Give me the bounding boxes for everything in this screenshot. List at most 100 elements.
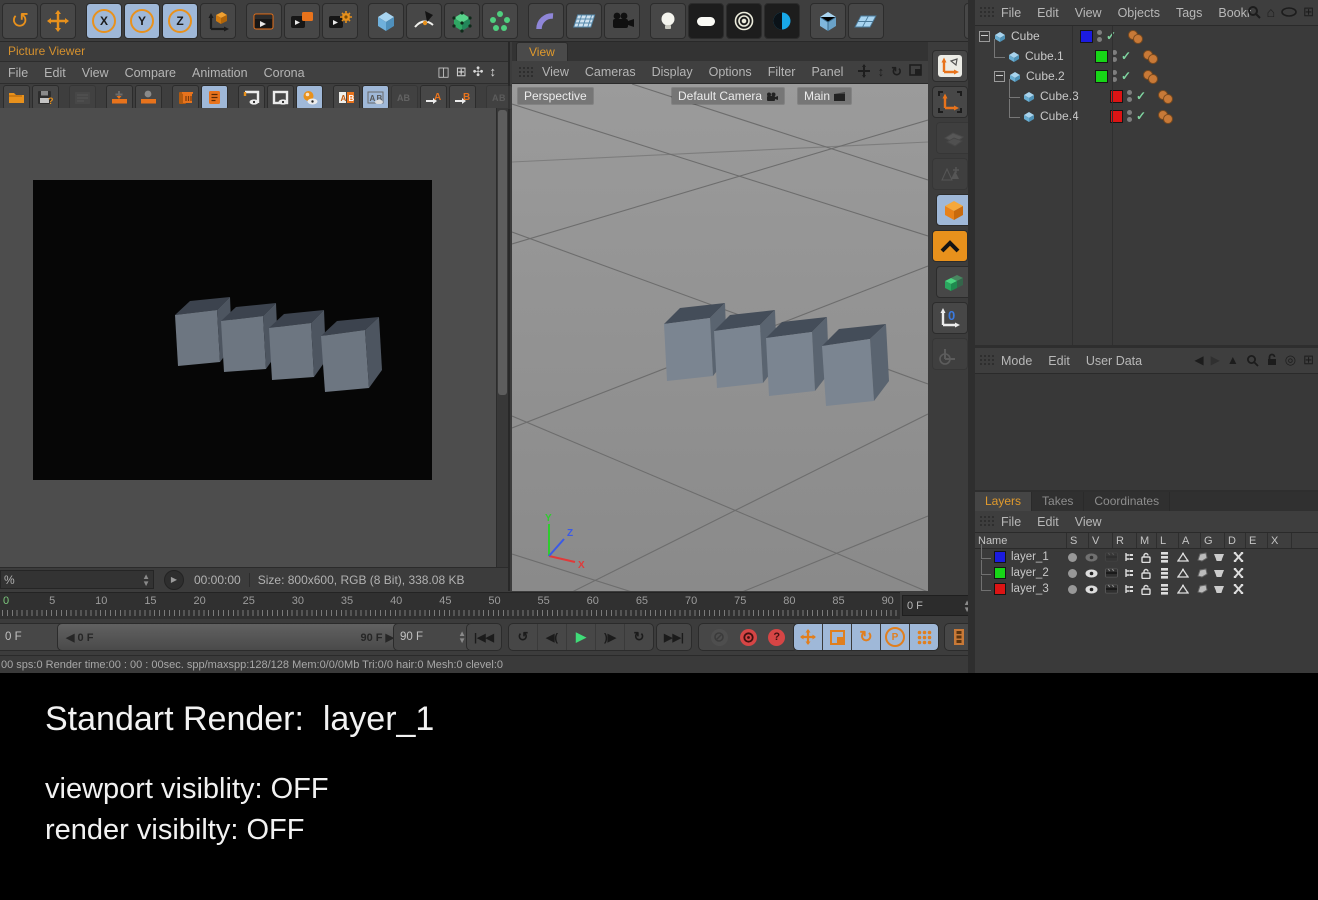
object-row[interactable]: Cube.2 ✓: [975, 66, 1318, 86]
ruler-frame-10[interactable]: 10: [95, 595, 107, 607]
floor-object-button[interactable]: [566, 2, 602, 39]
ruler-frame-25[interactable]: 25: [243, 595, 255, 607]
grip-dots[interactable]: [979, 354, 995, 367]
rotate-view-icon[interactable]: ↻: [891, 64, 902, 80]
move-column-button[interactable]: [106, 85, 133, 110]
xref-toggle[interactable]: [1228, 568, 1248, 578]
layer-color-chip[interactable]: [1095, 69, 1108, 83]
object-row[interactable]: Cube.1 ✓: [975, 38, 1318, 66]
generators-toggle[interactable]: [1173, 568, 1193, 578]
play-button[interactable]: ▶: [567, 624, 596, 650]
bend-deformer-button[interactable]: [528, 2, 564, 39]
add-panel-icon[interactable]: ⊞: [1303, 4, 1314, 20]
layer-color-chip[interactable]: [1095, 49, 1108, 63]
camera-object-button[interactable]: [604, 2, 640, 39]
make-editable-button[interactable]: [932, 50, 968, 82]
search-icon[interactable]: [1247, 5, 1261, 19]
layer-name[interactable]: layer_3: [1011, 583, 1049, 595]
layers-menu-edit[interactable]: Edit: [1037, 515, 1059, 529]
film-settings-button[interactable]: [69, 85, 96, 110]
layer-color-chip[interactable]: [1080, 29, 1093, 43]
object-mode-button[interactable]: [936, 194, 972, 226]
play-preview-button[interactable]: ▶: [164, 569, 184, 590]
subdivision-surface-button[interactable]: [444, 2, 480, 39]
grip-dots[interactable]: [979, 515, 995, 528]
target-icon[interactable]: ◎: [1285, 352, 1296, 368]
generators-toggle[interactable]: [1173, 584, 1193, 594]
ab-split-button[interactable]: AB: [362, 85, 389, 110]
grip-dots[interactable]: [518, 65, 534, 79]
split-pane-icon[interactable]: ◫: [437, 64, 449, 80]
om-menu-tags[interactable]: Tags: [1176, 6, 1202, 20]
manager-visibility-toggle[interactable]: [1121, 552, 1137, 562]
light-object-button[interactable]: [650, 2, 686, 39]
viewport-canvas[interactable]: Y X Z Perspective Default Camera Main: [512, 84, 928, 591]
coordinates-mode-button[interactable]: 0: [932, 302, 968, 334]
spline-pen-button[interactable]: [406, 2, 442, 39]
expressions-toggle[interactable]: [1210, 569, 1228, 577]
model-mode-button[interactable]: [932, 86, 968, 118]
ruler-frame-20[interactable]: 20: [193, 595, 205, 607]
render-to-picture-viewer-button[interactable]: [284, 2, 320, 39]
tab-layers[interactable]: Layers: [975, 492, 1033, 511]
manager-visibility-toggle[interactable]: [1121, 568, 1137, 578]
object-name[interactable]: Cube: [1011, 29, 1040, 43]
frame-range-slider[interactable]: ◀ 0 F 90 F ▶: [57, 623, 403, 651]
panel-divider[interactable]: [968, 0, 975, 673]
ruler-frame-60[interactable]: 60: [587, 595, 599, 607]
enabled-check[interactable]: ✓: [1136, 109, 1146, 123]
object-row[interactable]: Cube✓: [975, 26, 1318, 46]
record-key-button[interactable]: [710, 628, 728, 646]
zoom-pane-icon[interactable]: ↕: [490, 64, 497, 80]
expressions-toggle[interactable]: [1210, 553, 1228, 561]
tab-takes[interactable]: Takes: [1032, 492, 1085, 511]
previous-key-button[interactable]: ↺: [509, 624, 538, 650]
scrollbar-thumb[interactable]: [498, 110, 507, 395]
expand-toggle[interactable]: [994, 70, 1005, 82]
parent-object-icon[interactable]: ▲: [1227, 353, 1239, 367]
texture-mode-button[interactable]: [932, 230, 968, 262]
ab-panels-button[interactable]: AB: [333, 85, 360, 110]
layer-name[interactable]: layer_2: [1011, 567, 1049, 579]
goto-end-button[interactable]: ▶▶|: [656, 623, 692, 651]
viewport-visibility-toggle[interactable]: [1081, 585, 1101, 594]
om-menu-objects[interactable]: Objects: [1118, 6, 1160, 20]
viewport-visibility-toggle[interactable]: [1081, 569, 1101, 578]
ruler-frame-5[interactable]: 5: [49, 595, 55, 607]
goto-start-button[interactable]: |◀◀: [466, 623, 502, 651]
layer-name[interactable]: layer_1: [1011, 551, 1049, 563]
pv-menu-edit[interactable]: Edit: [44, 66, 66, 80]
display-plane-button[interactable]: [848, 2, 884, 39]
om-menu-edit[interactable]: Edit: [1037, 6, 1059, 20]
layers-menu-view[interactable]: View: [1075, 515, 1102, 529]
vp-menu-display[interactable]: Display: [652, 65, 693, 79]
render-settings-button[interactable]: [322, 2, 358, 39]
history-back-icon[interactable]: ◀: [1194, 353, 1203, 367]
lock-z-button[interactable]: Z: [162, 2, 198, 39]
expressions-toggle[interactable]: [1210, 585, 1228, 593]
manager-visibility-toggle[interactable]: [1121, 584, 1137, 594]
ruler-frame-30[interactable]: 30: [292, 595, 304, 607]
generators-toggle[interactable]: [1173, 552, 1193, 562]
vp-menu-view[interactable]: View: [542, 65, 569, 79]
coordinates-command-button[interactable]: P: [881, 624, 910, 650]
deformers-toggle[interactable]: [1193, 552, 1210, 562]
target-light-button[interactable]: [726, 2, 762, 39]
tab-coordinates[interactable]: Coordinates: [1084, 492, 1171, 511]
render-visibility-toggle[interactable]: [1101, 568, 1121, 578]
autokey-button[interactable]: [739, 628, 757, 646]
am-menu-user-data[interactable]: User Data: [1086, 354, 1142, 368]
render-visibility-toggle[interactable]: [1101, 552, 1121, 562]
object-row[interactable]: Cube.4 ✓: [975, 98, 1318, 126]
notes-button[interactable]: [201, 85, 228, 110]
solo-toggle[interactable]: [1063, 568, 1081, 578]
camera-label[interactable]: Default Camera: [672, 88, 785, 104]
ruler-frame-55[interactable]: 55: [538, 595, 550, 607]
move-pane-icon[interactable]: ✣: [473, 64, 484, 80]
expand-toggle[interactable]: [979, 30, 990, 42]
xref-toggle[interactable]: [1228, 552, 1248, 562]
vp-menu-cameras[interactable]: Cameras: [585, 65, 636, 79]
range-end-stepper[interactable]: ▲ ▼: [458, 630, 466, 645]
ruler-frame-75[interactable]: 75: [734, 595, 746, 607]
layer-row[interactable]: layer_2: [975, 559, 1318, 581]
